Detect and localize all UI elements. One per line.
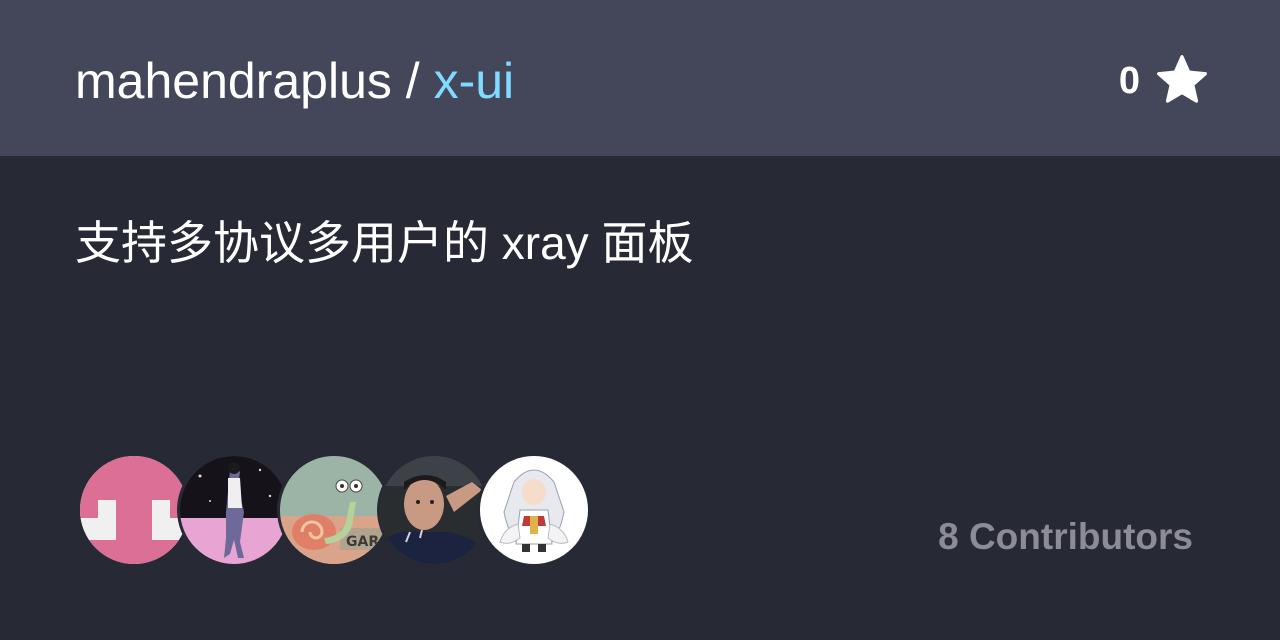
contributor-avatars: GAR bbox=[80, 456, 588, 566]
svg-text:GAR: GAR bbox=[346, 534, 379, 550]
star-icon bbox=[1157, 55, 1207, 103]
contributor-avatar[interactable] bbox=[80, 456, 188, 564]
contributors-count[interactable]: 8 Contributors bbox=[938, 516, 1193, 558]
repo-name[interactable]: x-ui bbox=[434, 53, 515, 109]
contributor-avatar[interactable] bbox=[180, 456, 288, 564]
contributor-avatar[interactable] bbox=[480, 456, 588, 564]
repo-description: 支持多协议多用户的 xray 面板 bbox=[75, 217, 694, 269]
contributor-avatar[interactable]: GAR bbox=[280, 456, 388, 564]
repo-separator: / bbox=[391, 53, 434, 109]
repo-card: mahendraplus / x-ui 0 支持多协议多用户的 xray 面板 bbox=[0, 0, 1280, 640]
repo-title: mahendraplus / x-ui bbox=[75, 50, 514, 112]
contributor-avatar[interactable] bbox=[380, 456, 488, 564]
card-header: mahendraplus / x-ui 0 bbox=[0, 0, 1280, 156]
repo-owner[interactable]: mahendraplus bbox=[75, 53, 392, 109]
star-count: 0 bbox=[1118, 59, 1140, 102]
star-counter[interactable]: 0 bbox=[1119, 52, 1210, 110]
